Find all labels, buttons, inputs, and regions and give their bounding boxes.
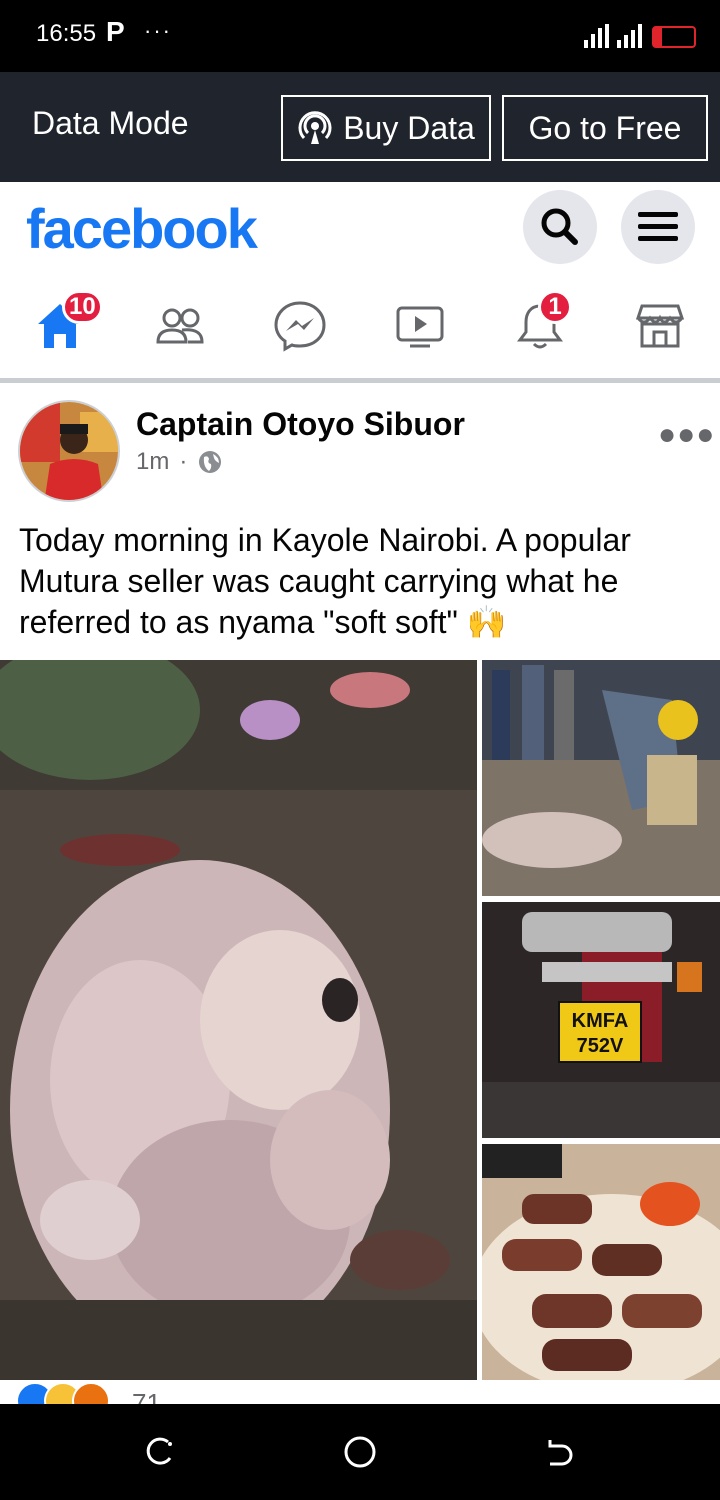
post-author[interactable]: Captain Otoyo Sibuor xyxy=(136,406,465,443)
friends-icon xyxy=(156,308,204,344)
battery-icon xyxy=(652,26,696,48)
avatar[interactable] xyxy=(18,400,120,502)
avatar-photo xyxy=(20,402,118,500)
data-mode-label: Data Mode xyxy=(32,105,189,141)
plate-line-1: KMFA xyxy=(572,1010,629,1032)
post-photo-main[interactable] xyxy=(0,660,477,1380)
tab-marketplace[interactable] xyxy=(630,296,690,356)
menu-button[interactable] xyxy=(621,190,695,264)
facebook-header: facebook xyxy=(0,182,720,278)
notifications-badge: 1 xyxy=(538,290,572,324)
go-to-free-label: Go to Free xyxy=(528,109,682,146)
go-to-free-button[interactable]: Go to Free xyxy=(502,95,708,161)
photo-crowd xyxy=(482,660,720,896)
home-badge: 10 xyxy=(62,290,103,324)
home-nav-icon[interactable] xyxy=(340,1432,380,1472)
post-photo-motorbike[interactable]: KMFA 752V xyxy=(482,902,720,1138)
hamburger-menu-icon xyxy=(638,212,678,241)
back-icon[interactable] xyxy=(540,1432,580,1472)
meta-separator: · xyxy=(179,448,188,475)
signal-icon xyxy=(584,24,642,48)
post-photo-crowd[interactable] xyxy=(482,660,720,896)
tab-watch[interactable] xyxy=(390,296,450,356)
tab-notifications[interactable]: 1 xyxy=(510,290,572,356)
post-options-icon[interactable]: ●●● xyxy=(658,418,715,452)
more-notifications-icon: ··· xyxy=(144,18,172,43)
status-time: 16:55 xyxy=(36,20,97,47)
facebook-logo[interactable]: facebook xyxy=(26,196,258,261)
search-icon xyxy=(541,208,578,245)
post-photo-mutura[interactable] xyxy=(482,1144,720,1380)
recent-apps-icon[interactable] xyxy=(140,1432,180,1472)
system-navigation-bar xyxy=(0,1404,720,1500)
photo-motorbike: KMFA 752V xyxy=(482,902,720,1138)
photo-mutura xyxy=(482,1144,720,1380)
tab-home[interactable]: 10 xyxy=(32,290,103,356)
divider xyxy=(0,378,720,383)
plate-line-2: 752V xyxy=(577,1035,624,1057)
status-bar: 16:55 P ··· xyxy=(0,0,720,72)
photo-meat-pile xyxy=(0,660,477,1380)
tab-messenger[interactable] xyxy=(270,296,330,356)
broadcast-icon xyxy=(298,111,332,144)
post-meta: 1m · xyxy=(136,448,223,476)
buy-data-button[interactable]: Buy Data xyxy=(281,95,491,161)
messenger-icon xyxy=(274,301,326,352)
app-notification-icon: P xyxy=(106,16,125,47)
post-text: Today morning in Kayole Nairobi. A popul… xyxy=(19,522,631,640)
nav-tabs: 10 1 xyxy=(0,278,720,378)
tab-friends[interactable] xyxy=(150,296,210,356)
marketplace-icon xyxy=(635,304,685,348)
buy-data-label: Buy Data xyxy=(343,109,475,146)
video-icon xyxy=(396,306,444,348)
post-time[interactable]: 1m xyxy=(136,448,169,476)
globe-icon xyxy=(199,451,222,473)
data-mode-bar: Data Mode Buy Data Go to Free xyxy=(0,72,720,182)
search-button[interactable] xyxy=(523,190,597,264)
